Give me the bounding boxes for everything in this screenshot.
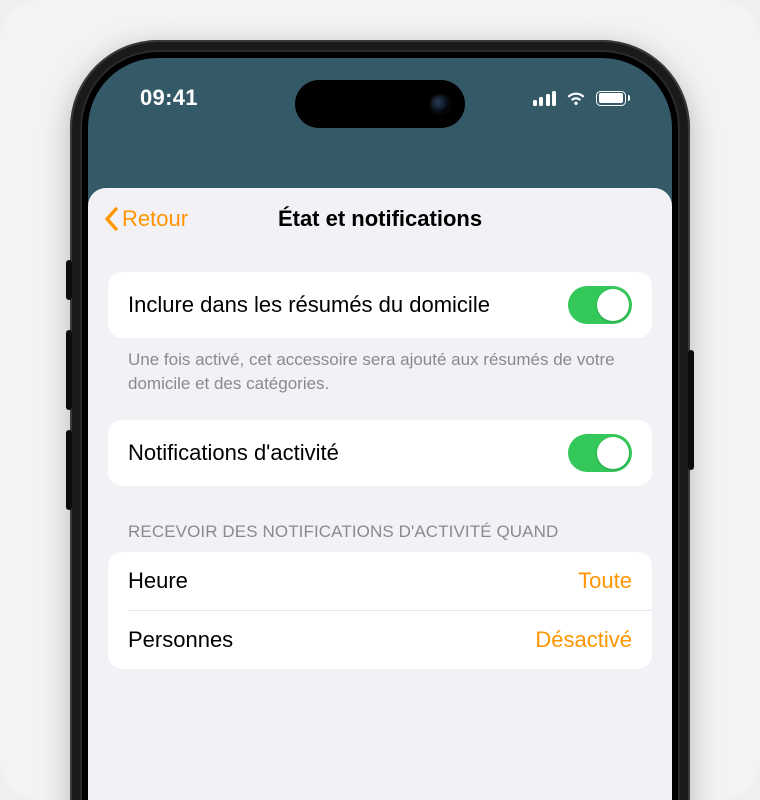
chevron-left-icon xyxy=(104,207,119,231)
when-section-header: RECEVOIR DES NOTIFICATIONS D'ACTIVITÉ QU… xyxy=(108,486,652,552)
time-value: Toute xyxy=(578,568,632,594)
volume-down-button[interactable] xyxy=(66,430,72,510)
nav-bar: Retour État et notifications xyxy=(88,188,672,250)
time-label: Heure xyxy=(128,567,204,595)
phone-frame: 09:41 xyxy=(70,40,690,800)
include-card: Inclure dans les résumés du domicile xyxy=(108,272,652,338)
time-row[interactable]: Heure Toute xyxy=(108,552,652,610)
front-camera xyxy=(431,95,449,113)
wifi-icon xyxy=(565,90,587,106)
people-value: Désactivé xyxy=(535,627,632,653)
when-card: Heure Toute Personnes Désactivé xyxy=(108,552,652,669)
screen: 09:41 xyxy=(88,58,672,800)
people-row[interactable]: Personnes Désactivé xyxy=(108,611,652,669)
settings-sheet: Retour État et notifications Inclure dan… xyxy=(88,188,672,800)
mute-switch[interactable] xyxy=(66,260,72,300)
include-label: Inclure dans les résumés du domicile xyxy=(128,291,506,319)
activity-label: Notifications d'activité xyxy=(128,439,355,467)
cellular-icon xyxy=(533,90,557,106)
include-footnote: Une fois activé, cet accessoire sera ajo… xyxy=(108,338,652,420)
activity-toggle[interactable] xyxy=(568,434,632,472)
activity-card: Notifications d'activité xyxy=(108,420,652,486)
people-label: Personnes xyxy=(128,626,249,654)
back-button[interactable]: Retour xyxy=(104,206,188,232)
activity-notifications-row[interactable]: Notifications d'activité xyxy=(108,420,652,486)
status-time: 09:41 xyxy=(140,85,198,111)
include-in-summaries-row[interactable]: Inclure dans les résumés du domicile xyxy=(108,272,652,338)
side-button[interactable] xyxy=(688,350,694,470)
dynamic-island xyxy=(295,80,465,128)
battery-icon xyxy=(596,91,630,106)
back-label: Retour xyxy=(122,206,188,232)
volume-up-button[interactable] xyxy=(66,330,72,410)
include-toggle[interactable] xyxy=(568,286,632,324)
